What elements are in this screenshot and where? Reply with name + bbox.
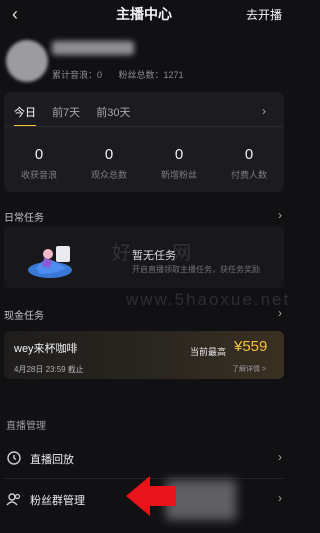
metric-value: 0: [34, 146, 44, 163]
username-blurred: [52, 41, 134, 55]
replay-icon: [7, 451, 21, 465]
empty-task-illustration: [28, 246, 72, 278]
list-item-label: 粉丝群管理: [30, 495, 85, 507]
live-management-title: 直播管理: [6, 421, 46, 432]
metric-label: 观众总数: [90, 170, 127, 180]
cash-task-name: wey来杯咖啡: [14, 343, 78, 355]
metric-new-fans: 0 新增粉丝: [146, 146, 212, 181]
empty-task-subtitle: 开启直播领取主播任务，获任务奖励: [132, 265, 260, 274]
page-title: 主播中心: [116, 6, 172, 22]
total-fans: 粉丝总数：1271: [118, 70, 184, 80]
daily-task-title: 日常任务: [4, 213, 44, 224]
go-live-button[interactable]: 去开播: [246, 6, 282, 23]
list-item-label: 直播回放: [30, 454, 74, 466]
divider: [4, 126, 284, 127]
metric-viewers: 0 观众总数: [76, 146, 142, 181]
metric-label: 新增粉丝: [160, 170, 197, 180]
metric-label: 付费人数: [230, 170, 267, 180]
tab-today[interactable]: 今日: [14, 104, 36, 127]
chevron-right-icon: ›: [278, 450, 282, 464]
chevron-right-icon[interactable]: ›: [278, 306, 282, 320]
metric-value: 0: [244, 146, 254, 163]
profile-stats: 累计音浪：0 粉丝总数：1271: [52, 68, 198, 81]
metric-payers: 0 付费人数: [216, 146, 282, 181]
fan-group-icon: [6, 493, 21, 506]
watermark-url: www.5haoxue.net: [126, 290, 291, 309]
metric-value: 0: [104, 146, 114, 163]
cash-max-label: 当前最高: [190, 347, 227, 357]
red-arrow-annotation: [126, 476, 176, 516]
empty-task-title: 暂无任务: [132, 250, 176, 262]
total-yinlang: 累计音浪：0: [52, 70, 103, 80]
learn-more-link[interactable]: 了解详情 >: [232, 364, 266, 374]
cash-task-title: 现金任务: [4, 311, 44, 322]
cash-amount: ¥559: [234, 338, 268, 355]
chevron-right-icon: ›: [278, 491, 282, 505]
cash-task-deadline: 4月28日 23:59 截止: [14, 365, 84, 374]
period-tabs: 今日 前7天 前30天: [14, 104, 144, 127]
metric-value: 0: [174, 146, 184, 163]
chevron-right-icon[interactable]: ›: [262, 104, 266, 118]
tab-30days[interactable]: 前30天: [96, 104, 130, 120]
metric-label: 收获音浪: [20, 170, 57, 180]
chevron-right-icon[interactable]: ›: [278, 208, 282, 222]
avatar[interactable]: [6, 40, 48, 82]
metric-income: 0 收获音浪: [6, 146, 72, 181]
tab-7days[interactable]: 前7天: [52, 104, 80, 120]
